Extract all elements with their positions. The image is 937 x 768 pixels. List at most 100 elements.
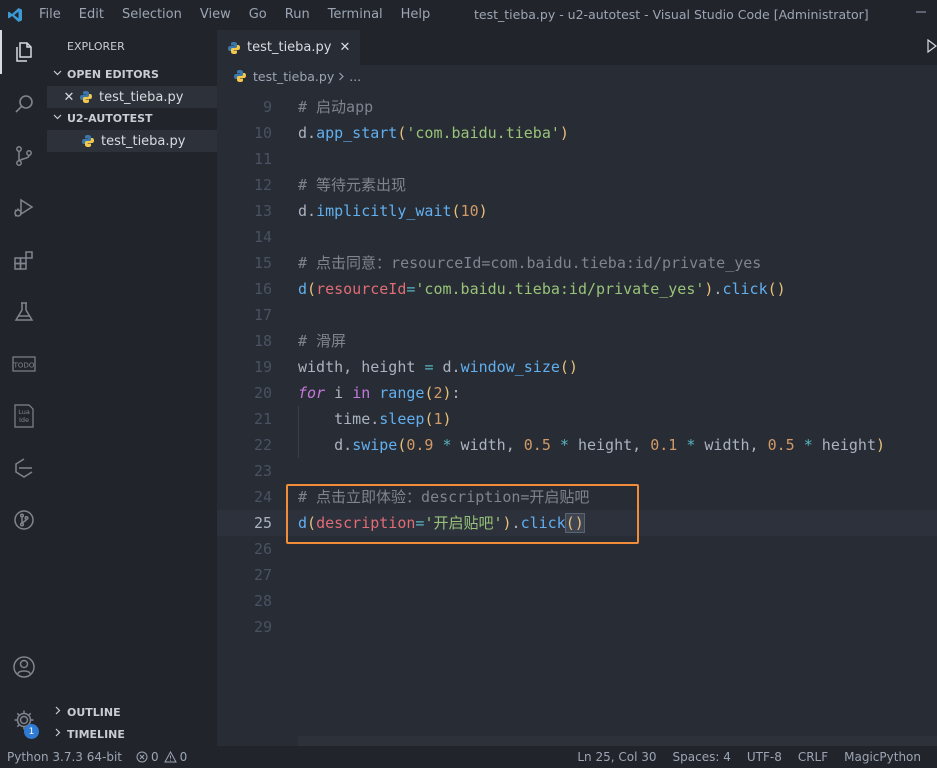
code-text: # 等待元素出现	[298, 176, 407, 194]
line-number: 15	[253, 254, 272, 272]
code-line[interactable]: 14	[217, 224, 937, 250]
cursor-position[interactable]: Ln 25, Col 30	[569, 750, 664, 764]
code-text: d(resourceId='com.baidu.tieba:id/private…	[298, 280, 786, 298]
close-icon[interactable]: ✕	[61, 90, 77, 105]
line-number: 24	[253, 488, 272, 506]
code-line[interactable]: 19 width, height = d.window_size()	[217, 354, 937, 380]
code-text: # 点击同意：resourceId=com.baidu.tieba:id/pri…	[298, 254, 762, 272]
code-line[interactable]: 28	[217, 588, 937, 614]
warning-count: 0	[179, 750, 188, 764]
code-line[interactable]: 27	[217, 562, 937, 588]
chevron-down-icon	[53, 64, 67, 86]
todo-icon[interactable]: TODO	[0, 342, 47, 386]
menu-file[interactable]: File	[30, 0, 70, 30]
code-text: d.implicitly_wait(10)	[298, 202, 488, 220]
source-control-icon[interactable]	[0, 134, 47, 178]
svg-text:TODO: TODO	[12, 362, 34, 370]
error-icon	[136, 751, 148, 763]
minimize-icon[interactable]	[915, 6, 927, 22]
explorer-icon[interactable]	[0, 30, 47, 74]
line-number: 13	[253, 202, 272, 220]
menu-help[interactable]: Help	[392, 0, 440, 30]
timeline-section[interactable]: TIMELINE	[47, 724, 217, 746]
code-line[interactable]: 21 time.sleep(1)	[217, 406, 937, 432]
gitlens-icon[interactable]	[0, 446, 47, 490]
encoding[interactable]: UTF-8	[739, 750, 790, 764]
menu-edit[interactable]: Edit	[70, 0, 113, 30]
search-icon[interactable]	[0, 82, 47, 126]
code-text: d(description='开启贴吧').click()	[298, 513, 585, 533]
breadcrumb-file[interactable]: test_tieba.py	[253, 69, 334, 84]
outline-label: OUTLINE	[67, 706, 121, 719]
code-line[interactable]: 11	[217, 146, 937, 172]
code-line[interactable]: 15 # 点击同意：resourceId=com.baidu.tieba:id/p…	[217, 250, 937, 276]
warning-icon	[163, 751, 177, 763]
breadcrumb: test_tieba.py ...	[217, 65, 937, 87]
code-editor[interactable]: 9 # 启动app 10 d.app_start('com.baidu.tieba')…	[217, 94, 937, 640]
testing-icon[interactable]	[0, 290, 47, 334]
tab-test-tieba[interactable]: test_tieba.py ✕	[217, 30, 361, 65]
chevron-right-icon	[53, 702, 67, 724]
menu-run[interactable]: Run	[276, 0, 319, 30]
line-number: 16	[253, 280, 272, 298]
settings-badge: 1	[24, 724, 39, 739]
project-section[interactable]: U2-AUTOTEST	[47, 108, 217, 130]
horizontal-scrollbar[interactable]	[298, 736, 937, 746]
lua-ide-icon[interactable]: Lua Ide	[0, 394, 47, 438]
code-line[interactable]: 22 d.swipe(0.9 * width, 0.5 * height, 0.…	[217, 432, 937, 458]
code-line[interactable]: 29	[217, 614, 937, 640]
code-line[interactable]: 18 # 滑屏	[217, 328, 937, 354]
line-number: 17	[253, 306, 272, 324]
line-ending[interactable]: CRLF	[790, 750, 836, 764]
python-file-icon	[80, 91, 92, 103]
problems-indicator[interactable]: 0 0	[129, 750, 194, 764]
extensions-icon[interactable]	[0, 238, 47, 282]
account-icon[interactable]	[0, 645, 47, 689]
status-bar: Python 3.7.3 64-bit 0 0 Ln 25, Col 30 Sp…	[0, 746, 937, 768]
code-line[interactable]: 24 # 点击立即体验：description=开启贴吧	[217, 484, 937, 510]
code-text: width, height = d.window_size()	[298, 358, 578, 376]
run-file-icon[interactable]	[927, 38, 937, 56]
code-line[interactable]: 13 d.implicitly_wait(10)	[217, 198, 937, 224]
code-line[interactable]: 26	[217, 536, 937, 562]
line-number: 14	[253, 228, 272, 246]
code-line[interactable]: 10 d.app_start('com.baidu.tieba')	[217, 120, 937, 146]
menu-go[interactable]: Go	[240, 0, 276, 30]
file-tree-item[interactable]: test_tieba.py	[47, 130, 217, 152]
remote-icon[interactable]	[0, 498, 47, 542]
menu-terminal[interactable]: Terminal	[319, 0, 392, 30]
tab-label: test_tieba.py	[247, 40, 332, 55]
code-line[interactable]: 23	[217, 458, 937, 484]
menu-selection[interactable]: Selection	[113, 0, 191, 30]
run-debug-icon[interactable]	[0, 186, 47, 230]
indentation[interactable]: Spaces: 4	[665, 750, 739, 764]
open-editors-section[interactable]: OPEN EDITORS	[47, 64, 217, 86]
line-number: 12	[253, 176, 272, 194]
code-line[interactable]: 9 # 启动app	[217, 94, 937, 120]
chevron-down-icon	[53, 108, 67, 130]
sidebar-title: EXPLORER	[67, 40, 125, 53]
line-number: 26	[253, 540, 272, 558]
manage-gear-icon[interactable]: 1	[0, 698, 47, 742]
line-number: 18	[253, 332, 272, 350]
open-editor-item[interactable]: ✕ test_tieba.py	[47, 86, 217, 108]
code-line[interactable]: 17	[217, 302, 937, 328]
breadcrumb-more[interactable]: ...	[349, 69, 361, 84]
code-line[interactable]: 25 d(description='开启贴吧').click()	[217, 510, 937, 536]
line-number: 19	[253, 358, 272, 376]
python-file-icon	[234, 70, 246, 82]
indent-guide	[298, 406, 299, 458]
project-label: U2-AUTOTEST	[67, 112, 153, 125]
window-title: test_tieba.py - u2-autotest - Visual Stu…	[474, 7, 869, 22]
code-line[interactable]: 12 # 等待元素出现	[217, 172, 937, 198]
language-mode[interactable]: MagicPython	[836, 750, 929, 764]
svg-text:Ide: Ide	[18, 416, 28, 424]
tab-close-icon[interactable]: ✕	[339, 40, 350, 55]
menu-view[interactable]: View	[191, 0, 240, 30]
outline-section[interactable]: OUTLINE	[47, 702, 217, 724]
python-interpreter[interactable]: Python 3.7.3 64-bit	[0, 750, 129, 764]
line-number: 28	[253, 592, 272, 610]
file-tree-filename: test_tieba.py	[101, 133, 186, 149]
code-line[interactable]: 16 d(resourceId='com.baidu.tieba:id/priva…	[217, 276, 937, 302]
code-line[interactable]: 20 for i in range(2):	[217, 380, 937, 406]
